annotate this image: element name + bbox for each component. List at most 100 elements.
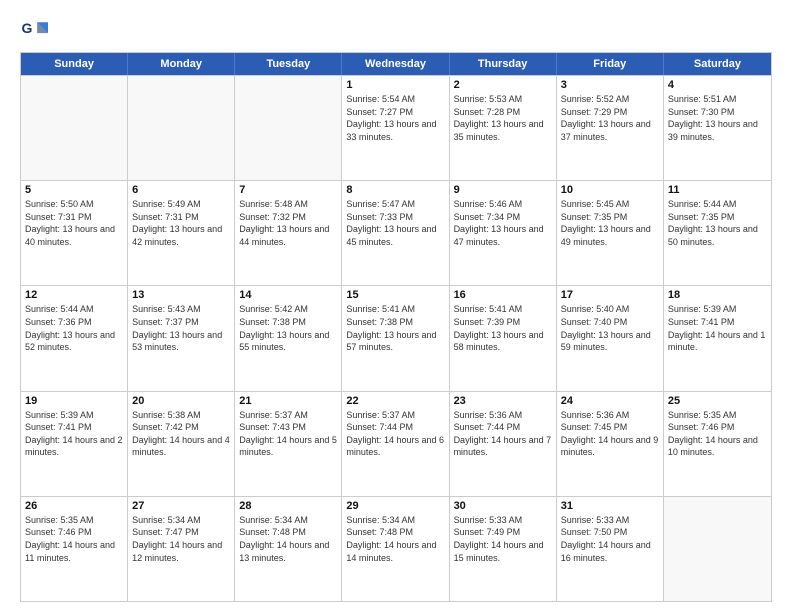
day-number: 15: [346, 289, 444, 301]
day-number: 23: [454, 395, 552, 407]
cell-empty-0-2: [235, 76, 342, 180]
cell-info: Sunrise: 5:52 AM Sunset: 7:29 PM Dayligh…: [561, 93, 659, 143]
cell-empty-0-0: [21, 76, 128, 180]
cell-info: Sunrise: 5:34 AM Sunset: 7:48 PM Dayligh…: [346, 514, 444, 564]
cell-day-9: 9 Sunrise: 5:46 AM Sunset: 7:34 PM Daylig…: [450, 181, 557, 285]
day-number: 2: [454, 79, 552, 91]
cell-info: Sunrise: 5:34 AM Sunset: 7:48 PM Dayligh…: [239, 514, 337, 564]
cell-info: Sunrise: 5:35 AM Sunset: 7:46 PM Dayligh…: [25, 514, 123, 564]
cell-day-3: 3 Sunrise: 5:52 AM Sunset: 7:29 PM Daylig…: [557, 76, 664, 180]
svg-text:G: G: [22, 20, 33, 36]
cell-info: Sunrise: 5:39 AM Sunset: 7:41 PM Dayligh…: [25, 409, 123, 459]
day-number: 5: [25, 184, 123, 196]
header-cell-tuesday: Tuesday: [235, 53, 342, 75]
calendar-row-1: 5 Sunrise: 5:50 AM Sunset: 7:31 PM Daylig…: [21, 180, 771, 285]
day-number: 14: [239, 289, 337, 301]
cell-day-10: 10 Sunrise: 5:45 AM Sunset: 7:35 PM Dayli…: [557, 181, 664, 285]
day-number: 10: [561, 184, 659, 196]
header-cell-thursday: Thursday: [450, 53, 557, 75]
cell-info: Sunrise: 5:43 AM Sunset: 7:37 PM Dayligh…: [132, 303, 230, 353]
cell-info: Sunrise: 5:40 AM Sunset: 7:40 PM Dayligh…: [561, 303, 659, 353]
cell-day-8: 8 Sunrise: 5:47 AM Sunset: 7:33 PM Daylig…: [342, 181, 449, 285]
cell-info: Sunrise: 5:51 AM Sunset: 7:30 PM Dayligh…: [668, 93, 767, 143]
cell-info: Sunrise: 5:42 AM Sunset: 7:38 PM Dayligh…: [239, 303, 337, 353]
day-number: 11: [668, 184, 767, 196]
cell-day-12: 12 Sunrise: 5:44 AM Sunset: 7:36 PM Dayli…: [21, 286, 128, 390]
cell-empty-0-1: [128, 76, 235, 180]
cell-day-18: 18Sunrise: 5:39 AM Sunset: 7:41 PM Dayli…: [664, 286, 771, 390]
cell-info: Sunrise: 5:33 AM Sunset: 7:50 PM Dayligh…: [561, 514, 659, 564]
day-number: 3: [561, 79, 659, 91]
day-number: 30: [454, 500, 552, 512]
cell-info: Sunrise: 5:36 AM Sunset: 7:45 PM Dayligh…: [561, 409, 659, 459]
logo: G: [20, 16, 52, 44]
cell-day-1: 1 Sunrise: 5:54 AM Sunset: 7:27 PM Daylig…: [342, 76, 449, 180]
day-number: 8: [346, 184, 444, 196]
day-number: 6: [132, 184, 230, 196]
cell-info: Sunrise: 5:47 AM Sunset: 7:33 PM Dayligh…: [346, 198, 444, 248]
day-number: 28: [239, 500, 337, 512]
cell-info: Sunrise: 5:37 AM Sunset: 7:43 PM Dayligh…: [239, 409, 337, 459]
cell-day-16: 16 Sunrise: 5:41 AM Sunset: 7:39 PM Dayli…: [450, 286, 557, 390]
header-cell-sunday: Sunday: [21, 53, 128, 75]
cell-day-19: 19 Sunrise: 5:39 AM Sunset: 7:41 PM Dayli…: [21, 392, 128, 496]
cell-day-2: 2Sunrise: 5:53 AM Sunset: 7:28 PM Daylig…: [450, 76, 557, 180]
day-number: 21: [239, 395, 337, 407]
cell-day-21: 21 Sunrise: 5:37 AM Sunset: 7:43 PM Dayli…: [235, 392, 342, 496]
day-number: 19: [25, 395, 123, 407]
cell-info: Sunrise: 5:44 AM Sunset: 7:36 PM Dayligh…: [25, 303, 123, 353]
cell-day-31: 31 Sunrise: 5:33 AM Sunset: 7:50 PM Dayli…: [557, 497, 664, 601]
calendar: SundayMondayTuesdayWednesdayThursdayFrid…: [20, 52, 772, 602]
calendar-row-0: 1 Sunrise: 5:54 AM Sunset: 7:27 PM Daylig…: [21, 75, 771, 180]
cell-info: Sunrise: 5:33 AM Sunset: 7:49 PM Dayligh…: [454, 514, 552, 564]
cell-day-4: 4 Sunrise: 5:51 AM Sunset: 7:30 PM Daylig…: [664, 76, 771, 180]
day-number: 31: [561, 500, 659, 512]
cell-day-20: 20Sunrise: 5:38 AM Sunset: 7:42 PM Dayli…: [128, 392, 235, 496]
calendar-row-3: 19 Sunrise: 5:39 AM Sunset: 7:41 PM Dayli…: [21, 391, 771, 496]
cell-info: Sunrise: 5:37 AM Sunset: 7:44 PM Dayligh…: [346, 409, 444, 459]
day-number: 26: [25, 500, 123, 512]
cell-day-13: 13Sunrise: 5:43 AM Sunset: 7:37 PM Dayli…: [128, 286, 235, 390]
day-number: 7: [239, 184, 337, 196]
day-number: 1: [346, 79, 444, 91]
logo-icon: G: [20, 16, 48, 44]
cell-day-30: 30 Sunrise: 5:33 AM Sunset: 7:49 PM Dayli…: [450, 497, 557, 601]
day-number: 27: [132, 500, 230, 512]
cell-day-17: 17 Sunrise: 5:40 AM Sunset: 7:40 PM Dayli…: [557, 286, 664, 390]
day-number: 25: [668, 395, 767, 407]
calendar-row-2: 12 Sunrise: 5:44 AM Sunset: 7:36 PM Dayli…: [21, 285, 771, 390]
cell-day-23: 23 Sunrise: 5:36 AM Sunset: 7:44 PM Dayli…: [450, 392, 557, 496]
calendar-body: 1 Sunrise: 5:54 AM Sunset: 7:27 PM Daylig…: [21, 75, 771, 601]
cell-day-24: 24Sunrise: 5:36 AM Sunset: 7:45 PM Dayli…: [557, 392, 664, 496]
cell-info: Sunrise: 5:50 AM Sunset: 7:31 PM Dayligh…: [25, 198, 123, 248]
cell-day-7: 7 Sunrise: 5:48 AM Sunset: 7:32 PM Daylig…: [235, 181, 342, 285]
header-cell-friday: Friday: [557, 53, 664, 75]
cell-day-27: 27 Sunrise: 5:34 AM Sunset: 7:47 PM Dayli…: [128, 497, 235, 601]
day-number: 16: [454, 289, 552, 301]
day-number: 12: [25, 289, 123, 301]
header-cell-monday: Monday: [128, 53, 235, 75]
day-number: 17: [561, 289, 659, 301]
day-number: 9: [454, 184, 552, 196]
cell-info: Sunrise: 5:54 AM Sunset: 7:27 PM Dayligh…: [346, 93, 444, 143]
cell-day-11: 11 Sunrise: 5:44 AM Sunset: 7:35 PM Dayli…: [664, 181, 771, 285]
cell-info: Sunrise: 5:36 AM Sunset: 7:44 PM Dayligh…: [454, 409, 552, 459]
cell-info: Sunrise: 5:39 AM Sunset: 7:41 PM Dayligh…: [668, 303, 767, 353]
cell-day-6: 6 Sunrise: 5:49 AM Sunset: 7:31 PM Daylig…: [128, 181, 235, 285]
cell-info: Sunrise: 5:49 AM Sunset: 7:31 PM Dayligh…: [132, 198, 230, 248]
cell-day-14: 14 Sunrise: 5:42 AM Sunset: 7:38 PM Dayli…: [235, 286, 342, 390]
header-cell-saturday: Saturday: [664, 53, 771, 75]
cell-info: Sunrise: 5:34 AM Sunset: 7:47 PM Dayligh…: [132, 514, 230, 564]
cell-day-29: 29 Sunrise: 5:34 AM Sunset: 7:48 PM Dayli…: [342, 497, 449, 601]
cell-info: Sunrise: 5:46 AM Sunset: 7:34 PM Dayligh…: [454, 198, 552, 248]
day-number: 22: [346, 395, 444, 407]
cell-info: Sunrise: 5:41 AM Sunset: 7:39 PM Dayligh…: [454, 303, 552, 353]
cell-info: Sunrise: 5:44 AM Sunset: 7:35 PM Dayligh…: [668, 198, 767, 248]
day-number: 4: [668, 79, 767, 91]
cell-info: Sunrise: 5:48 AM Sunset: 7:32 PM Dayligh…: [239, 198, 337, 248]
day-number: 29: [346, 500, 444, 512]
cell-info: Sunrise: 5:41 AM Sunset: 7:38 PM Dayligh…: [346, 303, 444, 353]
cell-day-5: 5 Sunrise: 5:50 AM Sunset: 7:31 PM Daylig…: [21, 181, 128, 285]
cell-info: Sunrise: 5:38 AM Sunset: 7:42 PM Dayligh…: [132, 409, 230, 459]
cell-info: Sunrise: 5:45 AM Sunset: 7:35 PM Dayligh…: [561, 198, 659, 248]
